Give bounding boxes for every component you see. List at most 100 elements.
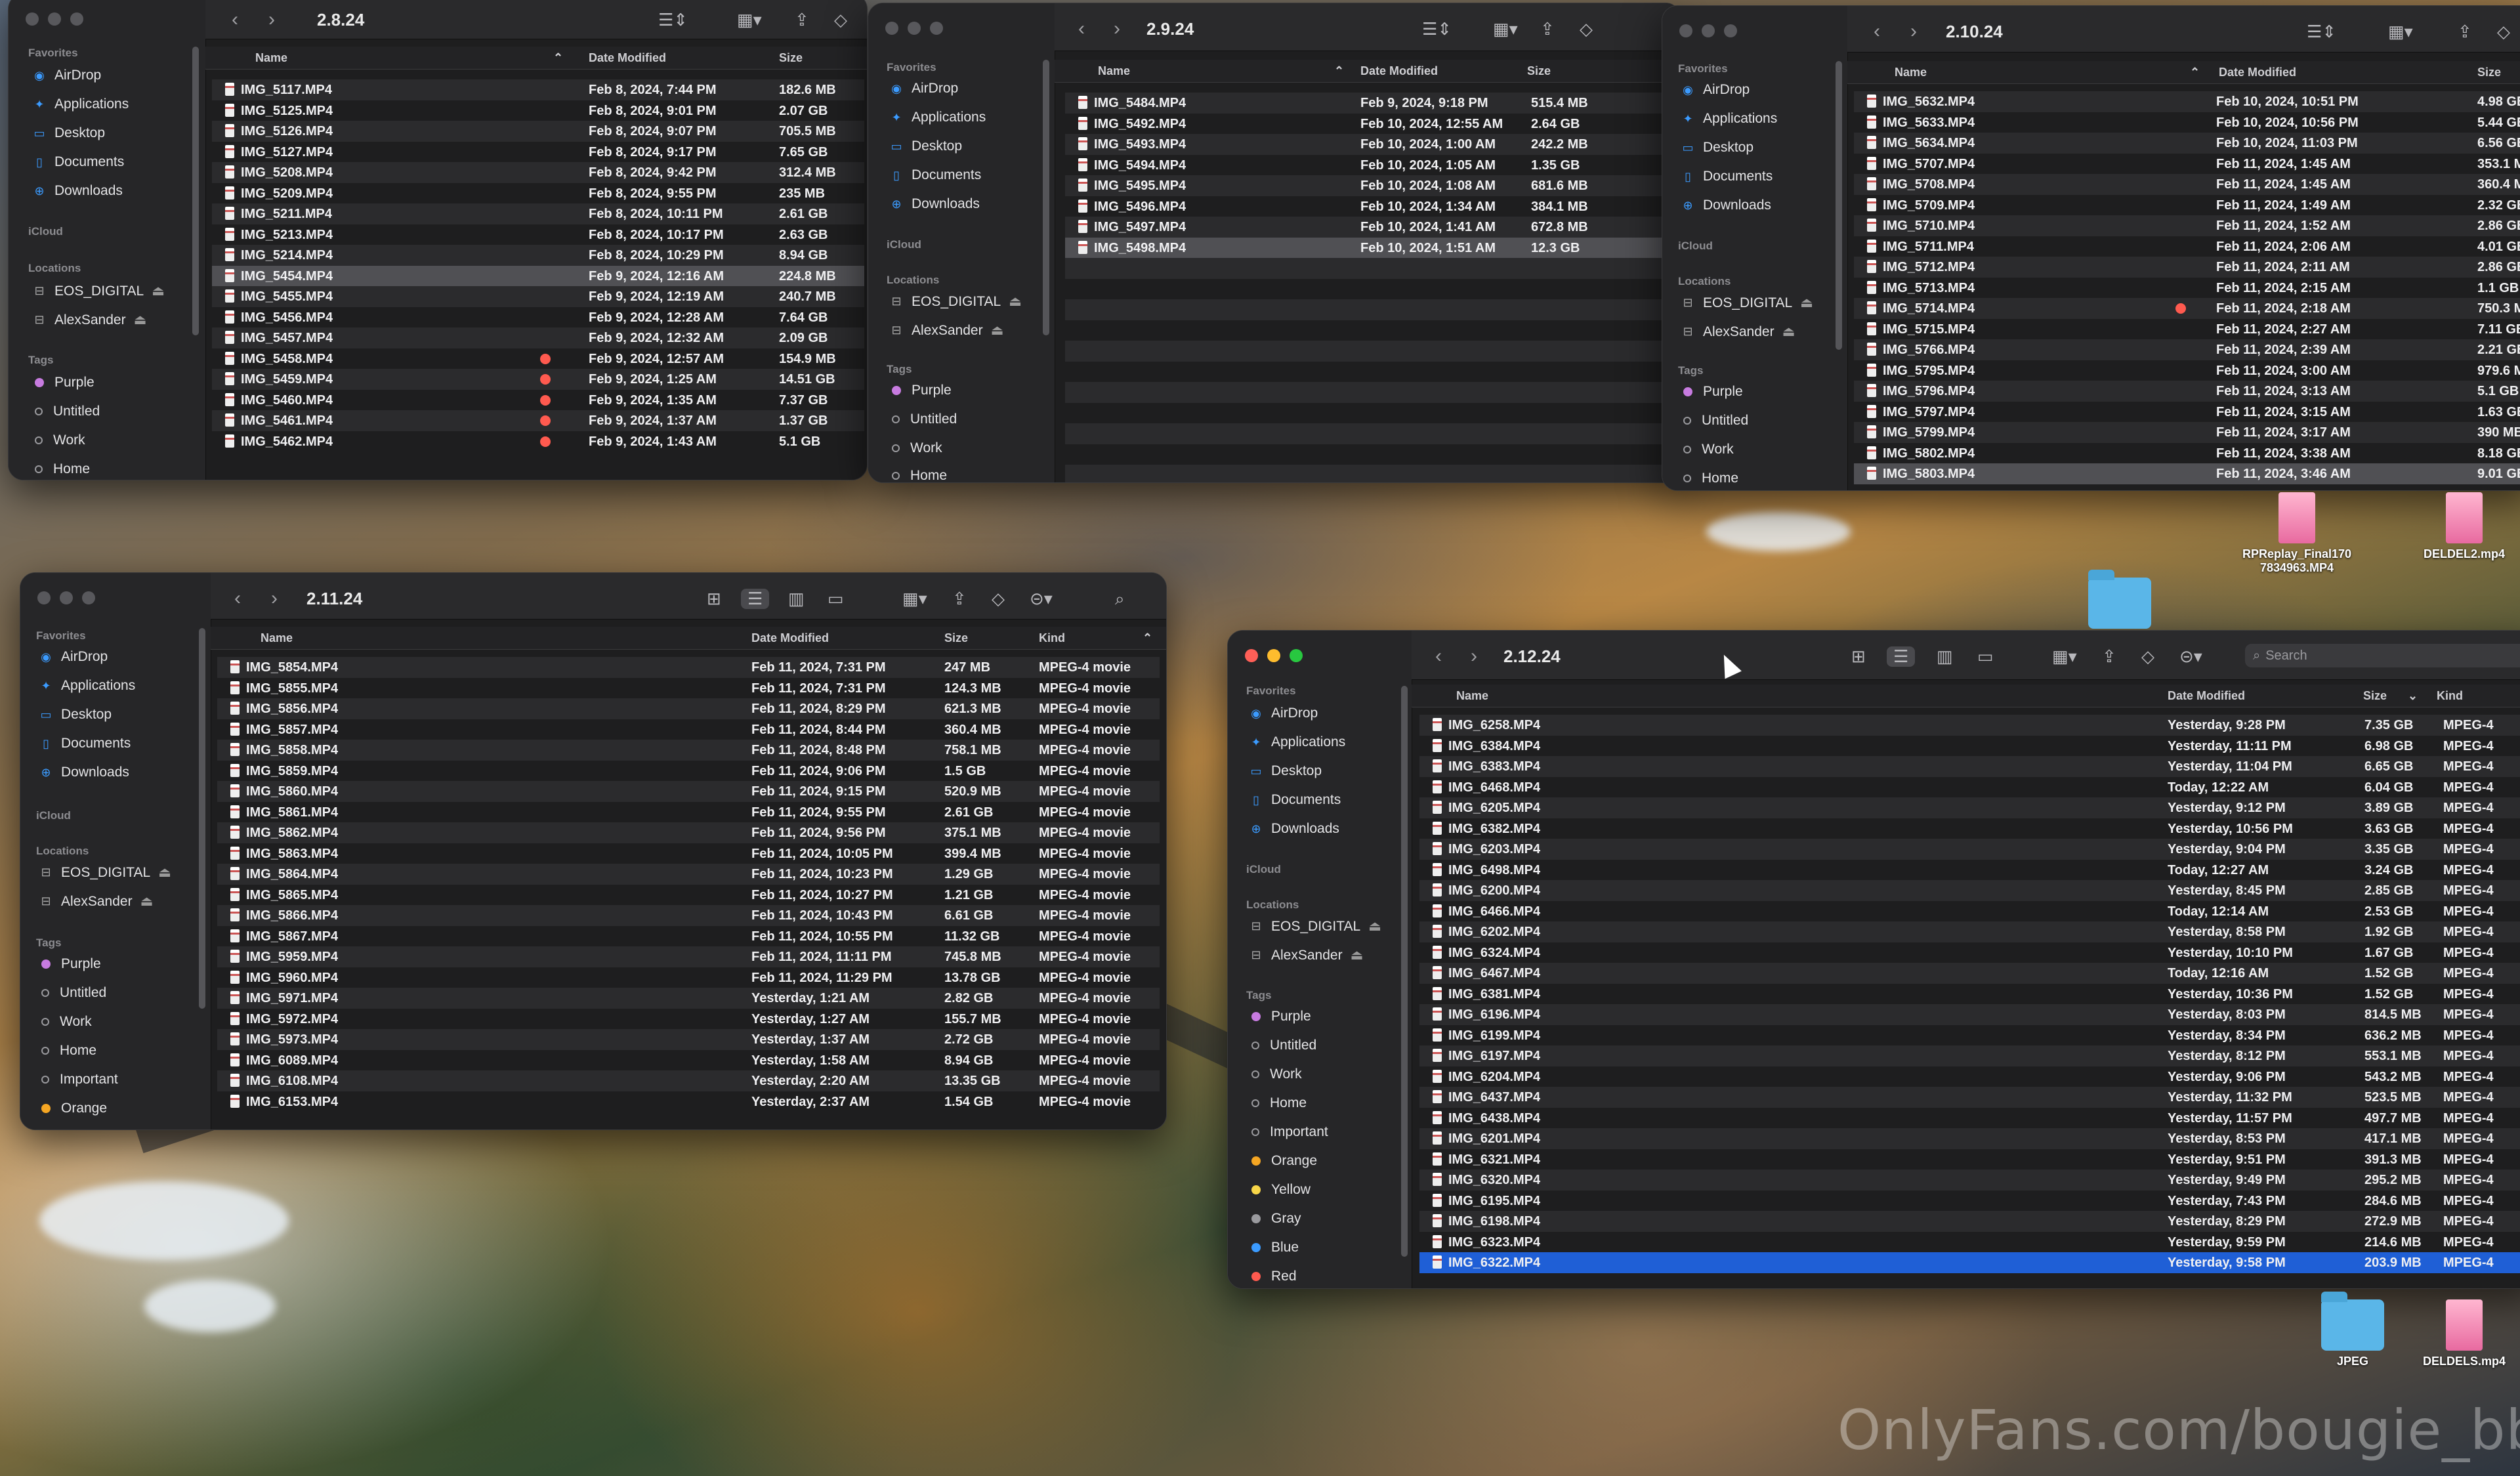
sidebar-item-documents[interactable]: ▯ Documents xyxy=(39,736,131,751)
desktop-folder-unnamed[interactable] xyxy=(2080,570,2159,633)
file-row[interactable]: IMG_5766.MP4 Feb 11, 2024, 2:39 AM 2.21 GB xyxy=(1854,339,2520,360)
share-icon[interactable]: ⇪ xyxy=(795,10,809,30)
sidebar-tag-orange[interactable]: Orange xyxy=(39,1101,107,1116)
desktop-file-deldels[interactable]: DELDELS.mp4 xyxy=(2415,1299,2513,1368)
back-icon[interactable]: ‹ xyxy=(1874,20,1880,43)
sidebar-tag-home[interactable]: Home xyxy=(39,1043,96,1059)
column-date-modified[interactable]: Date Modified xyxy=(589,51,666,65)
file-row[interactable]: IMG_6468.MP4 Today, 12:22 AM 6.04 GB MPEG-4 xyxy=(1419,776,2520,797)
sidebar-item-downloads[interactable]: ⊕ Downloads xyxy=(39,765,129,780)
sort-chevron-icon[interactable]: ⌃ xyxy=(1334,64,1344,78)
sidebar-item-eos-digital[interactable]: ⊟ EOS_DIGITAL ⏏ xyxy=(32,283,165,299)
file-row[interactable]: IMG_6466.MP4 Today, 12:14 AM 2.53 GB MPEG-4 xyxy=(1419,900,2520,921)
share-icon[interactable]: ⇪ xyxy=(2458,22,2472,42)
file-row[interactable]: IMG_5461.MP4 Feb 9, 2024, 1:37 AM 1.37 GB xyxy=(212,410,864,431)
column-name[interactable]: Name xyxy=(1456,689,1488,703)
sort-chevron-icon[interactable]: ⌃ xyxy=(2190,66,2200,79)
sidebar-tag-home[interactable]: Home xyxy=(1249,1095,1307,1111)
sidebar-item-documents[interactable]: ▯ Documents xyxy=(1249,792,1341,808)
file-row[interactable]: IMG_5456.MP4 Feb 9, 2024, 12:28 AM 7.64 GB xyxy=(212,306,864,327)
file-row[interactable]: IMG_5858.MP4 Feb 11, 2024, 8:48 PM 758.1 M… xyxy=(217,740,1160,761)
file-row[interactable]: IMG_5712.MP4 Feb 11, 2024, 2:11 AM 2.86 GB xyxy=(1854,257,2520,278)
file-row[interactable]: IMG_6153.MP4 Yesterday, 2:37 AM 1.54 GB MPE… xyxy=(217,1091,1160,1112)
sidebar-item-airdrop[interactable]: ◉ AirDrop xyxy=(32,68,101,83)
sidebar-tag-untitled[interactable]: Untitled xyxy=(1249,1038,1316,1053)
file-row[interactable]: IMG_5861.MP4 Feb 11, 2024, 9:55 PM 2.61 GB… xyxy=(217,801,1160,822)
close-button[interactable] xyxy=(37,591,51,604)
file-row[interactable]: IMG_5795.MP4 Feb 11, 2024, 3:00 AM 979.6 M… xyxy=(1854,360,2520,381)
list-view-icon[interactable]: ☰ xyxy=(1887,646,1916,667)
sort-chevron-icon[interactable]: ⌃ xyxy=(1143,631,1152,645)
sidebar-tag-work[interactable]: Work xyxy=(1681,442,1734,457)
column-size[interactable]: Size xyxy=(1527,64,1551,78)
sidebar-tag-home[interactable]: Home xyxy=(889,468,947,482)
eject-icon[interactable]: ⏏ xyxy=(134,312,147,328)
file-row[interactable]: IMG_6498.MP4 Today, 12:27 AM 3.24 GB MPEG-4 xyxy=(1419,859,2520,880)
file-row[interactable]: IMG_6382.MP4 Yesterday, 10:56 PM 3.63 GB MP… xyxy=(1419,818,2520,839)
column-size[interactable]: Size xyxy=(2477,66,2501,79)
list-view-icon[interactable]: ☰⇕ xyxy=(1422,19,1452,39)
column-date-modified[interactable]: Date Modified xyxy=(2219,66,2296,79)
file-row[interactable]: IMG_6195.MP4 Yesterday, 7:43 PM 284.6 MB MP… xyxy=(1419,1190,2520,1211)
file-row[interactable]: IMG_5462.MP4 Feb 9, 2024, 1:43 AM 5.1 GB xyxy=(212,431,864,452)
group-icon[interactable]: ▦▾ xyxy=(2052,646,2077,667)
file-row[interactable]: IMG_5455.MP4 Feb 9, 2024, 12:19 AM 240.7 M… xyxy=(212,286,864,307)
eject-icon[interactable]: ⏏ xyxy=(152,283,165,299)
file-row[interactable]: IMG_5797.MP4 Feb 11, 2024, 3:15 AM 1.63 GB xyxy=(1854,401,2520,422)
tag-icon[interactable]: ◇ xyxy=(2497,22,2510,42)
eject-icon[interactable]: ⏏ xyxy=(1368,918,1381,935)
minimize-button[interactable] xyxy=(48,12,61,26)
share-icon[interactable]: ⇪ xyxy=(1540,19,1555,39)
file-row[interactable]: IMG_6202.MP4 Yesterday, 8:58 PM 1.92 GB MPE… xyxy=(1419,921,2520,942)
file-row[interactable]: IMG_5859.MP4 Feb 11, 2024, 9:06 PM 1.5 GB M… xyxy=(217,760,1160,781)
file-row[interactable]: IMG_5802.MP4 Feb 11, 2024, 3:38 AM 8.18 GB xyxy=(1854,442,2520,463)
gallery-view-icon[interactable]: ▭ xyxy=(1977,646,1994,667)
file-row[interactable]: IMG_6200.MP4 Yesterday, 8:45 PM 2.85 GB MPE… xyxy=(1419,880,2520,901)
finder-window-2-10-24[interactable]: Favorites ◉ AirDrop ✦ Applications ▭ Deskto… xyxy=(1662,5,2520,491)
sidebar-tag-purple[interactable]: Purple xyxy=(1681,384,1743,400)
sidebar-item-desktop[interactable]: ▭ Desktop xyxy=(889,138,962,154)
list-view-icon[interactable]: ☰ xyxy=(741,589,770,609)
file-row[interactable]: IMG_5863.MP4 Feb 11, 2024, 10:05 PM 399.4 … xyxy=(217,843,1160,864)
file-row[interactable]: IMG_5484.MP4 Feb 9, 2024, 9:18 PM 515.4 MB xyxy=(1065,93,1666,114)
sidebar-tag-home[interactable]: Home xyxy=(32,461,90,477)
sidebar-tag-important[interactable]: Important xyxy=(39,1072,118,1087)
back-icon[interactable]: ‹ xyxy=(1435,645,1442,667)
zoom-button[interactable] xyxy=(82,591,95,604)
sidebar-item-airdrop[interactable]: ◉ AirDrop xyxy=(1249,706,1318,721)
sidebar-item-downloads[interactable]: ⊕ Downloads xyxy=(1249,821,1339,837)
window-controls[interactable] xyxy=(1679,24,1737,37)
close-button[interactable] xyxy=(1679,24,1692,37)
zoom-button[interactable] xyxy=(930,22,943,35)
sidebar-item-applications[interactable]: ✦ Applications xyxy=(1249,734,1345,750)
sidebar-tag-purple[interactable]: Purple xyxy=(1249,1009,1311,1024)
desktop-file-deldel2[interactable]: DELDEL2.mp4 xyxy=(2415,492,2513,561)
column-kind[interactable]: Kind xyxy=(1039,631,1065,645)
search-icon[interactable]: ⌕ xyxy=(1115,589,1125,610)
list-view-icon[interactable]: ☰⇕ xyxy=(2307,22,2336,42)
sidebar-tag-untitled[interactable]: Untitled xyxy=(889,411,957,427)
file-row[interactable]: IMG_6108.MP4 Yesterday, 2:20 AM 13.35 GB MP… xyxy=(217,1070,1160,1091)
column-date-modified[interactable]: Date Modified xyxy=(2168,689,2245,703)
tag-icon[interactable]: ◇ xyxy=(1580,19,1593,39)
window-controls[interactable] xyxy=(37,591,95,604)
sidebar-scrollbar[interactable] xyxy=(192,47,199,335)
file-row[interactable]: IMG_5865.MP4 Feb 11, 2024, 10:27 PM 1.21 G… xyxy=(217,884,1160,905)
file-row[interactable]: IMG_5711.MP4 Feb 11, 2024, 2:06 AM 4.01 GB xyxy=(1854,236,2520,257)
sidebar-item-eos-digital[interactable]: ⊟ EOS_DIGITAL ⏏ xyxy=(889,293,1022,310)
sidebar-tag-purple[interactable]: Purple xyxy=(889,383,952,398)
file-row[interactable]: IMG_5867.MP4 Feb 11, 2024, 10:55 PM 11.32 … xyxy=(217,925,1160,946)
close-button[interactable] xyxy=(26,12,39,26)
sidebar-item-alexsander[interactable]: ⊟ AlexSander ⏏ xyxy=(1681,324,1795,340)
sidebar-tag-work[interactable]: Work xyxy=(889,440,942,456)
file-row[interactable]: IMG_5454.MP4 Feb 9, 2024, 12:16 AM 224.8 M… xyxy=(212,265,864,286)
share-icon[interactable]: ⇪ xyxy=(2102,646,2116,667)
forward-icon[interactable]: › xyxy=(1114,18,1120,40)
file-row[interactable]: IMG_5959.MP4 Feb 11, 2024, 11:11 PM 745.8 … xyxy=(217,946,1160,967)
file-row[interactable]: IMG_5633.MP4 Feb 10, 2024, 10:56 PM 5.44 G… xyxy=(1854,112,2520,133)
sidebar-item-alexsander[interactable]: ⊟ AlexSander ⏏ xyxy=(1249,947,1363,963)
sidebar-item-downloads[interactable]: ⊕ Downloads xyxy=(889,196,979,212)
file-row[interactable]: IMG_5632.MP4 Feb 10, 2024, 10:51 PM 4.98 G… xyxy=(1854,91,2520,112)
forward-icon[interactable]: › xyxy=(1471,645,1477,667)
desktop-file-rpreplay[interactable]: RPReplay_Final170 7834963.MP4 xyxy=(2231,492,2362,575)
